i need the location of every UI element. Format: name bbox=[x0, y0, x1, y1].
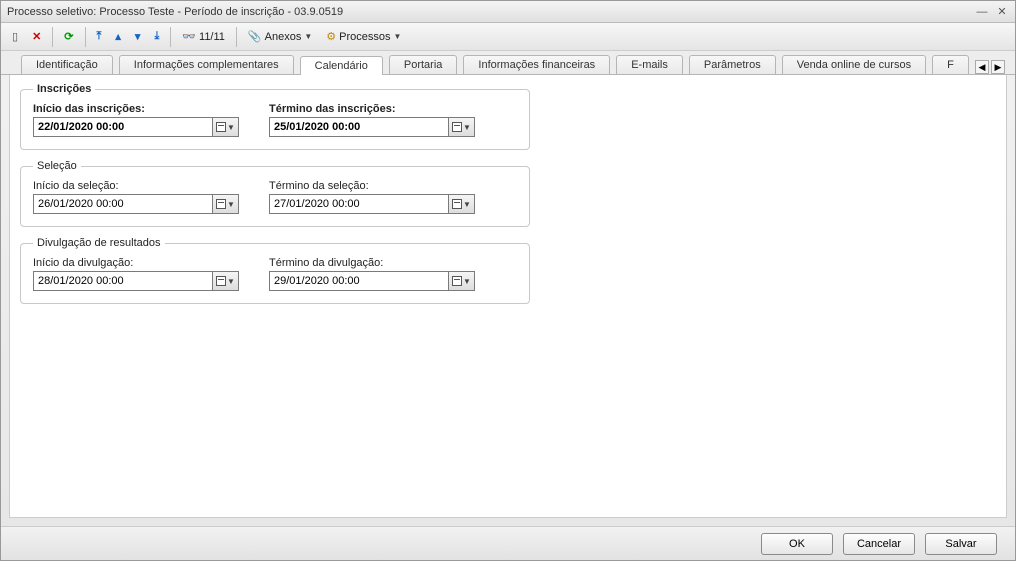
delete-button[interactable]: ✕ bbox=[27, 27, 46, 46]
tab-info-financeiras[interactable]: Informações financeiras bbox=[463, 55, 610, 74]
field-inicio-selecao: Início da seleção: ▼ bbox=[33, 180, 239, 214]
titlebar: Processo seletivo: Processo Teste - Perí… bbox=[1, 1, 1015, 23]
separator bbox=[170, 27, 171, 47]
label-inicio-divulgacao: Início da divulgação: bbox=[33, 257, 239, 269]
separator bbox=[52, 27, 53, 47]
processos-button[interactable]: ⚙Processos▼ bbox=[321, 27, 406, 46]
label-inicio-selecao: Início da seleção: bbox=[33, 180, 239, 192]
nav-next-button[interactable]: ▾ bbox=[130, 27, 146, 46]
chevron-down-icon: ▼ bbox=[227, 123, 235, 132]
window-title: Processo seletivo: Processo Teste - Perí… bbox=[7, 6, 343, 18]
nav-first-button[interactable]: ⤒ bbox=[92, 27, 107, 46]
input-termino-divulgacao[interactable] bbox=[269, 271, 449, 291]
refresh-icon: ⟳ bbox=[64, 30, 73, 43]
calendar-icon bbox=[216, 276, 226, 286]
record-counter: 11/11 bbox=[199, 31, 225, 43]
datepicker-termino-inscricoes[interactable]: ▼ bbox=[449, 117, 475, 137]
field-termino-selecao: Término da seleção: ▼ bbox=[269, 180, 475, 214]
calendar-icon bbox=[452, 276, 462, 286]
tab-identificacao[interactable]: Identificação bbox=[21, 55, 113, 74]
input-termino-inscricoes[interactable] bbox=[269, 117, 449, 137]
separator bbox=[85, 27, 86, 47]
nav-prev-button[interactable]: ▴ bbox=[110, 27, 126, 46]
input-termino-selecao[interactable] bbox=[269, 194, 449, 214]
tab-calendario[interactable]: Calendário bbox=[300, 56, 383, 75]
tab-overflow[interactable]: F bbox=[932, 55, 969, 74]
new-button[interactable]: ▯ bbox=[7, 27, 23, 46]
chevron-down-icon: ▼ bbox=[463, 200, 471, 209]
binoculars-icon: 👓 bbox=[182, 30, 196, 43]
gear-icon: ⚙ bbox=[326, 30, 336, 43]
group-divulgacao: Divulgação de resultados Início da divul… bbox=[20, 237, 530, 304]
datepicker-inicio-selecao[interactable]: ▼ bbox=[213, 194, 239, 214]
tab-info-complementares[interactable]: Informações complementares bbox=[119, 55, 294, 74]
label-inicio-inscricoes: Início das inscrições: bbox=[33, 103, 239, 115]
page-icon: ▯ bbox=[12, 30, 18, 43]
label-termino-divulgacao: Término da divulgação: bbox=[269, 257, 475, 269]
chevron-down-icon: ▼ bbox=[227, 200, 235, 209]
arrow-down-icon: ▾ bbox=[135, 30, 141, 43]
calendar-icon bbox=[452, 122, 462, 132]
toolbar: ▯ ✕ ⟳ ⤒ ▴ ▾ ⤓ 👓11/11 📎Anexos▼ ⚙Processos… bbox=[1, 23, 1015, 51]
input-inicio-divulgacao[interactable] bbox=[33, 271, 213, 291]
group-inscricoes: Inscrições Início das inscrições: ▼ Térm… bbox=[20, 83, 530, 150]
clip-icon: 📎 bbox=[248, 30, 262, 43]
refresh-button[interactable]: ⟳ bbox=[59, 27, 78, 46]
input-inicio-selecao[interactable] bbox=[33, 194, 213, 214]
datepicker-termino-divulgacao[interactable]: ▼ bbox=[449, 271, 475, 291]
tab-parametros[interactable]: Parâmetros bbox=[689, 55, 776, 74]
field-inicio-divulgacao: Início da divulgação: ▼ bbox=[33, 257, 239, 291]
datepicker-inicio-divulgacao[interactable]: ▼ bbox=[213, 271, 239, 291]
chevron-down-icon: ▼ bbox=[393, 32, 401, 41]
close-icon[interactable]: ✕ bbox=[995, 5, 1009, 19]
calendar-icon bbox=[452, 199, 462, 209]
arrow-last-icon: ⤓ bbox=[154, 30, 159, 43]
cancel-button[interactable]: Cancelar bbox=[843, 533, 915, 555]
window-controls: — ✕ bbox=[975, 5, 1009, 19]
chevron-down-icon: ▼ bbox=[463, 123, 471, 132]
input-inicio-inscricoes[interactable] bbox=[33, 117, 213, 137]
x-icon: ✕ bbox=[32, 30, 41, 43]
label-termino-selecao: Término da seleção: bbox=[269, 180, 475, 192]
chevron-down-icon: ▼ bbox=[304, 32, 312, 41]
separator bbox=[236, 27, 237, 47]
tab-portaria[interactable]: Portaria bbox=[389, 55, 458, 74]
anexos-button[interactable]: 📎Anexos▼ bbox=[243, 27, 317, 46]
legend-selecao: Seleção bbox=[33, 160, 81, 172]
minimize-icon[interactable]: — bbox=[975, 5, 989, 19]
tab-scroll-left[interactable]: ◀ bbox=[975, 60, 989, 74]
datepicker-termino-selecao[interactable]: ▼ bbox=[449, 194, 475, 214]
anexos-label: Anexos bbox=[265, 31, 302, 43]
tab-emails[interactable]: E-mails bbox=[616, 55, 683, 74]
nav-last-button[interactable]: ⤓ bbox=[149, 27, 164, 46]
tab-scroll-right[interactable]: ▶ bbox=[991, 60, 1005, 74]
save-button[interactable]: Salvar bbox=[925, 533, 997, 555]
group-selecao: Seleção Início da seleção: ▼ Término da … bbox=[20, 160, 530, 227]
dialog-window: Processo seletivo: Processo Teste - Perí… bbox=[0, 0, 1016, 561]
tab-scroll-nav: ◀ ▶ bbox=[975, 60, 1005, 74]
field-termino-inscricoes: Término das inscrições: ▼ bbox=[269, 103, 475, 137]
legend-divulgacao: Divulgação de resultados bbox=[33, 237, 165, 249]
label-termino-inscricoes: Término das inscrições: bbox=[269, 103, 475, 115]
tab-content: Inscrições Início das inscrições: ▼ Térm… bbox=[9, 75, 1007, 518]
arrow-first-icon: ⤒ bbox=[97, 30, 102, 43]
field-termino-divulgacao: Término da divulgação: ▼ bbox=[269, 257, 475, 291]
ok-button[interactable]: OK bbox=[761, 533, 833, 555]
footer: OK Cancelar Salvar bbox=[1, 526, 1015, 560]
find-button[interactable]: 👓11/11 bbox=[177, 27, 230, 46]
datepicker-inicio-inscricoes[interactable]: ▼ bbox=[213, 117, 239, 137]
field-inicio-inscricoes: Início das inscrições: ▼ bbox=[33, 103, 239, 137]
tab-venda[interactable]: Venda online de cursos bbox=[782, 55, 926, 74]
calendar-icon bbox=[216, 122, 226, 132]
calendar-icon bbox=[216, 199, 226, 209]
chevron-down-icon: ▼ bbox=[227, 277, 235, 286]
legend-inscricoes: Inscrições bbox=[33, 83, 95, 95]
processos-label: Processos bbox=[339, 31, 390, 43]
chevron-down-icon: ▼ bbox=[463, 277, 471, 286]
arrow-up-icon: ▴ bbox=[115, 30, 121, 43]
tab-strip: Identificação Informações complementares… bbox=[1, 51, 1015, 75]
